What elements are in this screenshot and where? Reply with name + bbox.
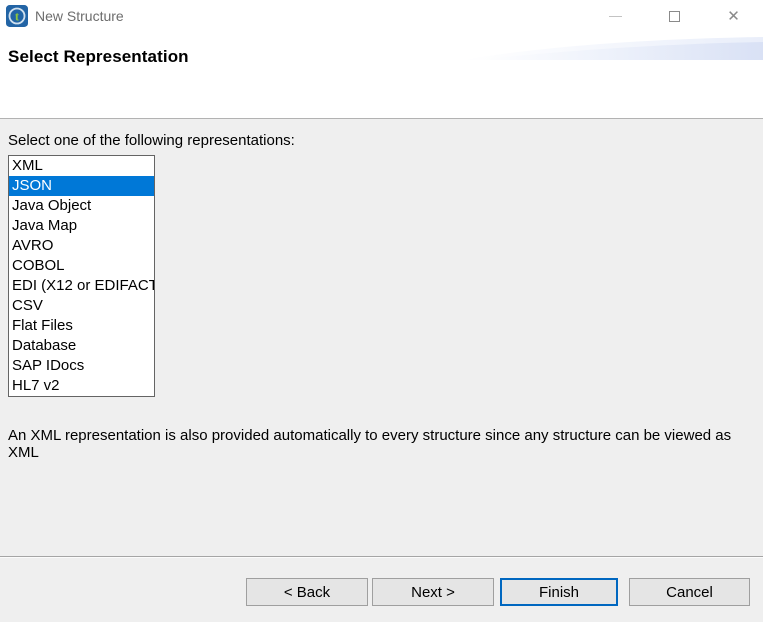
list-item[interactable]: Database (9, 336, 154, 356)
titlebar: t New Structure ✕ (0, 0, 763, 32)
finish-button[interactable]: Finish (500, 578, 618, 606)
cancel-button[interactable]: Cancel (629, 578, 750, 606)
list-item[interactable]: AVRO (9, 236, 154, 256)
app-icon: t (6, 5, 28, 27)
minimize-button[interactable] (586, 0, 645, 32)
maximize-button[interactable] (645, 0, 704, 32)
back-button[interactable]: < Back (246, 578, 368, 606)
footer-divider (0, 556, 763, 558)
list-item[interactable]: COBOL (9, 256, 154, 276)
representation-list[interactable]: XMLJSONJava ObjectJava MapAVROCOBOLEDI (… (8, 155, 155, 397)
window-title: New Structure (35, 8, 124, 24)
list-item[interactable]: CSV (9, 296, 154, 316)
list-item[interactable]: Java Map (9, 216, 154, 236)
caption-buttons: ✕ (586, 0, 763, 32)
list-item[interactable]: SAP IDocs (9, 356, 154, 376)
close-icon: ✕ (727, 9, 740, 24)
list-item[interactable]: HL7 v2 (9, 376, 154, 396)
list-item[interactable]: XML (9, 156, 154, 176)
maximize-icon (669, 11, 680, 22)
svg-text:t: t (15, 10, 20, 24)
list-item[interactable]: JSON (9, 176, 154, 196)
list-item[interactable]: EDI (X12 or EDIFACT) (9, 276, 154, 296)
minimize-icon (609, 16, 622, 17)
new-structure-dialog: t New Structure ✕ Select Representation … (0, 0, 763, 622)
close-button[interactable]: ✕ (704, 0, 763, 32)
list-item[interactable]: Java Object (9, 196, 154, 216)
next-button[interactable]: Next > (372, 578, 494, 606)
xml-note: An XML representation is also provided a… (8, 427, 758, 461)
list-item[interactable]: Flat Files (9, 316, 154, 336)
banner-swoosh-decoration (463, 34, 763, 60)
wizard-banner: t New Structure ✕ Select Representation (0, 0, 763, 119)
representation-label: Select one of the following representati… (8, 132, 295, 149)
page-title: Select Representation (8, 47, 189, 67)
